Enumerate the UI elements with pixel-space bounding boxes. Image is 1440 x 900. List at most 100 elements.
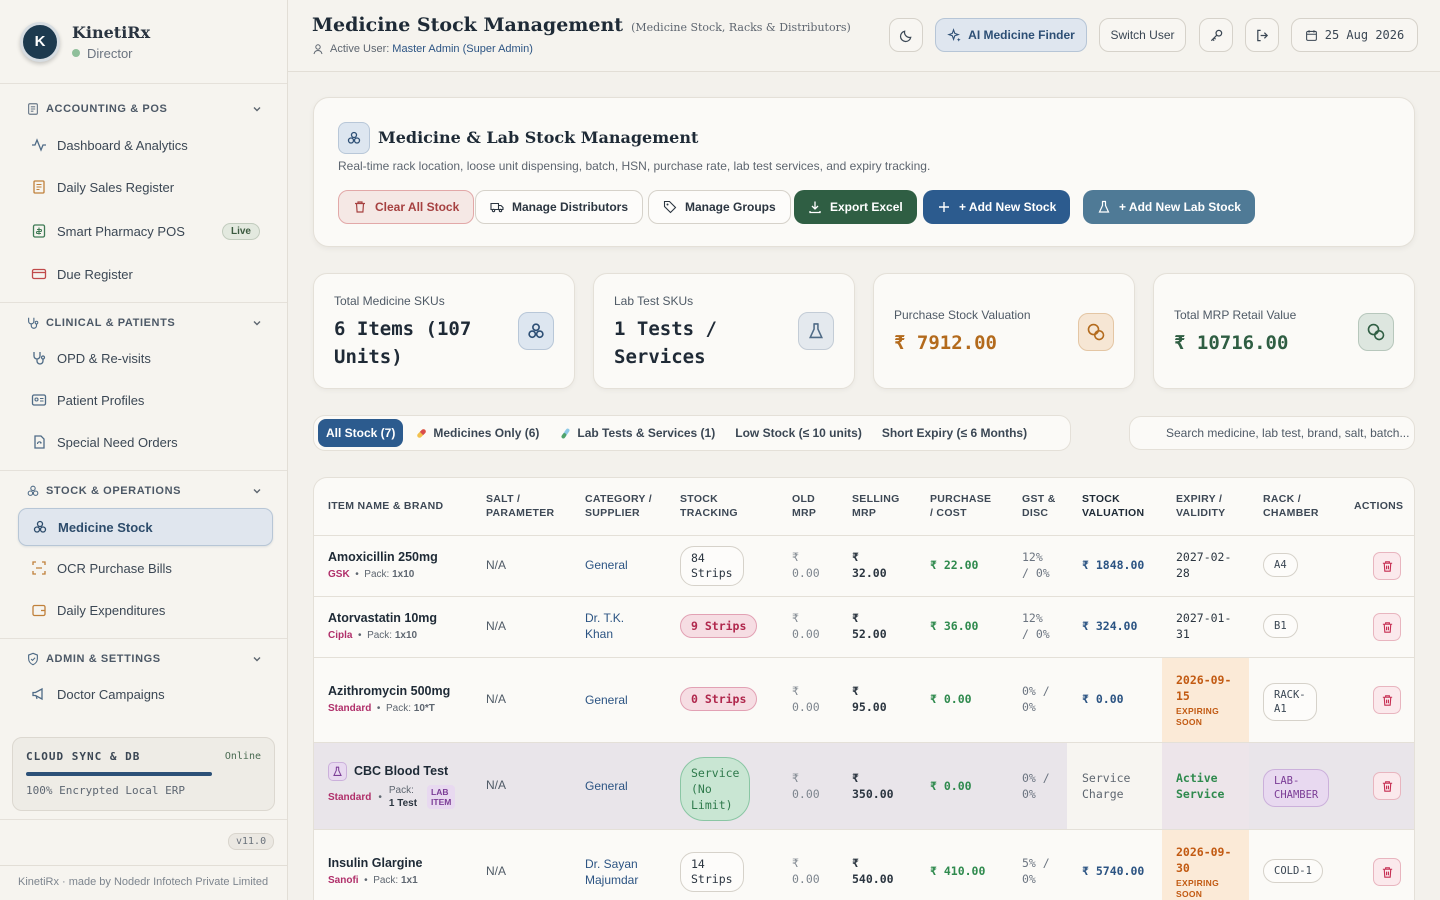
th-line: STOCK [680,493,719,505]
delete-button[interactable] [1373,552,1401,580]
stock-filter-tabs: All Stock (7) Medicines Only (6) Lab Tes… [313,415,1071,451]
chevron-down-icon [253,321,261,326]
boxes-icon [33,520,47,533]
stock-unit: Strips [691,566,733,580]
section-stock[interactable]: STOCK & OPERATIONS [26,484,263,498]
active-user-name: Master Admin (Super Admin) [392,43,533,55]
item-meta: Cipla • Pack: 1x10 [328,630,418,641]
selling-symbol: ₹ [852,771,859,785]
sidebar-item-dashboard[interactable]: Dashboard & Analytics [18,126,273,164]
ai-button-label: AI Medicine Finder [968,28,1075,42]
stock-valuation: ₹ 5740.00 [1082,864,1145,878]
button-label: Export Excel [830,200,903,214]
delete-button[interactable] [1373,613,1401,641]
pack-label: Pack: [385,703,411,714]
search-input[interactable] [1130,417,1414,449]
table-row[interactable]: Amoxicillin 250mg GSK • Pack: 1x10 N/A G… [314,536,1414,597]
item-category: General [585,693,628,707]
clear-all-stock-button[interactable]: Clear All Stock [338,190,475,224]
item-meta: Sanofi • Pack: 1x1 [328,875,418,886]
item-pack: 10*T [413,703,435,714]
sidebar-item-patients[interactable]: Patient Profiles [18,381,273,419]
expiry-day: 28 [1176,566,1190,580]
stock-pill: 0 Strips [680,687,758,711]
tab-short-expiry[interactable]: Short Expiry (≤ 6 Months) [874,419,1035,447]
brand-logo[interactable]: K [20,21,60,62]
manage-groups-button[interactable]: Manage Groups [648,190,791,224]
th-rack: RACK / CHAMBER [1263,492,1319,520]
add-new-stock-button[interactable]: + Add New Stock [923,190,1071,224]
th-stock: STOCK TRACKING [680,492,738,520]
date-display[interactable]: 25 Aug 2026 [1291,18,1418,52]
sidebar-item-campaigns[interactable]: Doctor Campaigns [18,675,273,713]
th-old-mrp: OLD MRP [792,492,816,520]
sidebar-item-ocr[interactable]: OCR Purchase Bills [18,549,273,587]
table-row[interactable]: Azithromycin 500mg Standard • Pack: 10*T… [314,658,1414,743]
key-icon [1210,29,1222,41]
flask-icon [328,762,347,781]
delete-button[interactable] [1373,772,1401,800]
tab-medicines-only[interactable]: Medicines Only (6) [407,419,547,447]
valuation-line: Charge [1082,787,1124,801]
old-mrp-value: 0.00 [792,700,820,714]
button-label: Manage Groups [685,200,776,214]
sidebar-item-opd[interactable]: OPD & Re-visits [18,339,273,377]
brand-role: Director [72,46,150,61]
section-clinical[interactable]: CLINICAL & PATIENTS [26,316,263,330]
delete-button[interactable] [1373,858,1401,886]
sidebar-item-daily-sales[interactable]: Daily Sales Register [18,168,273,206]
purchase-cost: ₹ 0.00 [930,779,972,793]
th-line: PARAMETER [486,507,555,519]
supplier-line: Khan [585,627,614,641]
table-row[interactable]: Atorvastatin 10mg Cipla • Pack: 1x10 N/A… [314,597,1414,658]
brand-role-label: Director [87,45,133,61]
ai-medicine-finder-button[interactable]: AI Medicine Finder [935,18,1087,52]
sidebar-item-medicine-stock[interactable]: Medicine Stock [18,508,273,546]
th-line: EXPIRY / [1176,493,1223,505]
tab-lab-tests[interactable]: Lab Tests & Services (1) [551,419,723,447]
key-button[interactable] [1199,18,1233,52]
megaphone-icon [32,687,43,701]
manage-distributors-button[interactable]: Manage Distributors [475,190,644,224]
sidebar-item-expenditures[interactable]: Daily Expenditures [18,591,273,629]
sidebar-item-label: Daily Expenditures [57,602,166,618]
logout-button[interactable] [1245,18,1279,52]
sidebar-item-special-orders[interactable]: Special Need Orders [18,423,273,461]
tab-all-stock[interactable]: All Stock (7) [318,419,404,447]
receipt-icon [33,180,45,194]
section-admin[interactable]: ADMIN & SETTINGS [26,652,263,666]
selling-symbol: ₹ [852,856,859,870]
item-pack: 1x10 [394,630,418,641]
stethoscope-icon [33,352,46,365]
switch-user-button[interactable]: Switch User [1099,18,1186,52]
stock-pill: 14 Strips [680,852,744,892]
table-row[interactable]: Insulin Glargine Sanofi • Pack: 1x1 N/A … [314,830,1414,900]
add-new-lab-stock-button[interactable]: + Add New Lab Stock [1083,190,1255,224]
moon-icon [899,29,912,42]
chip-line: LAB [431,787,449,797]
th-actions: ACTIONS [1354,500,1404,512]
top-header: Medicine Stock Management (Medicine Stoc… [288,0,1440,72]
sidebar-item-pos[interactable]: Smart Pharmacy POS Live [18,212,273,250]
table-row-lab[interactable]: CBC Blood Test Standard • Pack: 1 Test LA… [314,743,1414,830]
lab-item-chip: LAB ITEM [427,785,456,809]
discount-rate: / 0% [1022,566,1050,580]
section-accounting[interactable]: ACCOUNTING & POS [26,102,263,116]
selling-symbol: ₹ [852,611,859,625]
sidebar-item-label: Special Need Orders [57,434,178,450]
theme-toggle-button[interactable] [889,18,923,52]
sidebar-item-due-register[interactable]: Due Register [18,255,273,293]
flag-line: SOON [1176,717,1203,727]
th-line: SALT / [486,493,521,505]
flag-line: EXPIRING [1176,706,1220,716]
date-label: 25 Aug 2026 [1324,28,1405,42]
item-name: CBC Blood Test [354,764,449,778]
export-excel-button[interactable]: Export Excel [794,190,917,224]
tab-label: Medicines Only (6) [433,426,540,440]
sync-title: CLOUD SYNC & DB [26,750,141,763]
tab-low-stock[interactable]: Low Stock (≤ 10 units) [727,419,870,447]
coins-icon [1358,313,1394,351]
delete-button[interactable] [1373,686,1401,714]
stat-label: Lab Test SKUs [614,294,694,308]
selling-symbol: ₹ [852,550,859,564]
